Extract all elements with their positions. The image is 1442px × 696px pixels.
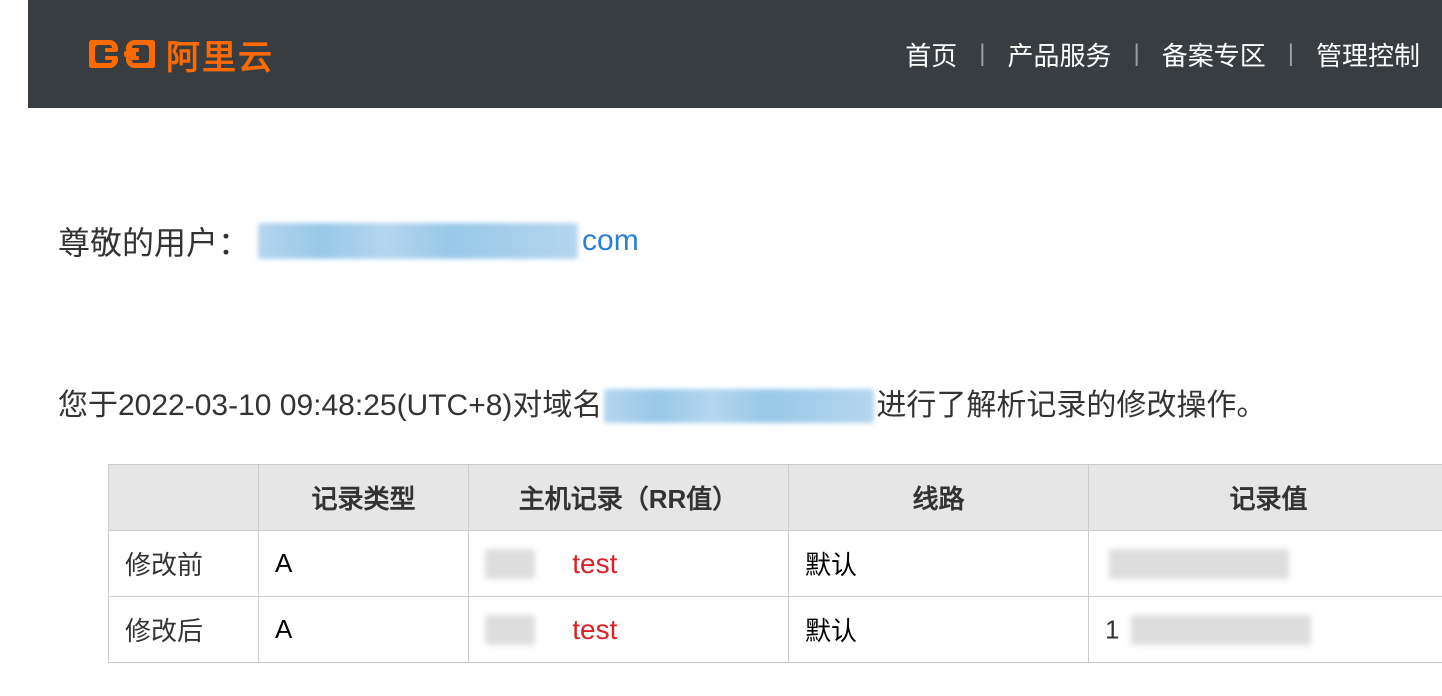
rr-annotation: test xyxy=(572,614,617,645)
message-part1: 您于2022-03-10 09:48:25(UTC+8)对域名 xyxy=(58,382,602,430)
cell-record-type: A xyxy=(259,531,469,597)
top-nav: 首页 | 产品服务 | 备案专区 | 管理控制 xyxy=(883,36,1442,73)
nav-beian[interactable]: 备案专区 xyxy=(1140,36,1288,73)
brand-name: 阿里云 xyxy=(166,30,274,79)
row-label: 修改后 xyxy=(109,597,259,663)
rr-annotation: test xyxy=(572,548,617,579)
cell-line: 默认 xyxy=(789,597,1089,663)
th-record-value: 记录值 xyxy=(1089,465,1442,531)
greeting-line: 尊敬的用户： com xyxy=(58,218,1442,264)
cell-host-record: test xyxy=(469,531,789,597)
cell-record-type: A xyxy=(259,597,469,663)
value-prefix: 1 xyxy=(1105,615,1119,645)
cell-record-value xyxy=(1089,531,1442,597)
redacted-value xyxy=(1131,615,1311,645)
nav-console[interactable]: 管理控制 xyxy=(1294,36,1442,73)
th-record-type: 记录类型 xyxy=(259,465,469,531)
redacted-rr xyxy=(485,549,535,579)
table-row: 修改前 A test 默认 xyxy=(109,531,1442,597)
nav-products[interactable]: 产品服务 xyxy=(985,36,1133,73)
table-header-row: 记录类型 主机记录（RR值） 线路 记录值 xyxy=(109,465,1442,531)
row-label: 修改前 xyxy=(109,531,259,597)
redacted-value xyxy=(1109,549,1289,579)
cell-record-value: 1 xyxy=(1089,597,1442,663)
cell-line: 默认 xyxy=(789,531,1089,597)
table-row: 修改后 A test 默认 1 xyxy=(109,597,1442,663)
th-empty xyxy=(109,465,259,531)
th-line: 线路 xyxy=(789,465,1089,531)
redacted-domain xyxy=(604,389,874,423)
records-table-wrap: 记录类型 主机记录（RR值） 线路 记录值 修改前 A test 默认 xyxy=(108,464,1442,663)
records-table: 记录类型 主机记录（RR值） 线路 记录值 修改前 A test 默认 xyxy=(108,464,1442,663)
redacted-email xyxy=(258,223,578,259)
th-host-record: 主机记录（RR值） xyxy=(469,465,789,531)
cell-host-record: test xyxy=(469,597,789,663)
top-header: 阿里云 首页 | 产品服务 | 备案专区 | 管理控制 xyxy=(28,0,1442,108)
message-part2: 进行了解析记录的修改操作。 xyxy=(876,382,1266,430)
operation-message: 您于2022-03-10 09:48:25(UTC+8)对域名 进行了解析记录的… xyxy=(58,382,1442,430)
email-suffix: com xyxy=(582,224,639,258)
redacted-rr xyxy=(485,615,535,645)
aliyun-logo-icon xyxy=(88,34,156,74)
greeting-prefix: 尊敬的用户： xyxy=(58,218,250,264)
brand-logo: 阿里云 xyxy=(88,30,274,79)
main-content: 尊敬的用户： com 您于2022-03-10 09:48:25(UTC+8)对… xyxy=(0,218,1442,663)
nav-home[interactable]: 首页 xyxy=(883,36,979,73)
